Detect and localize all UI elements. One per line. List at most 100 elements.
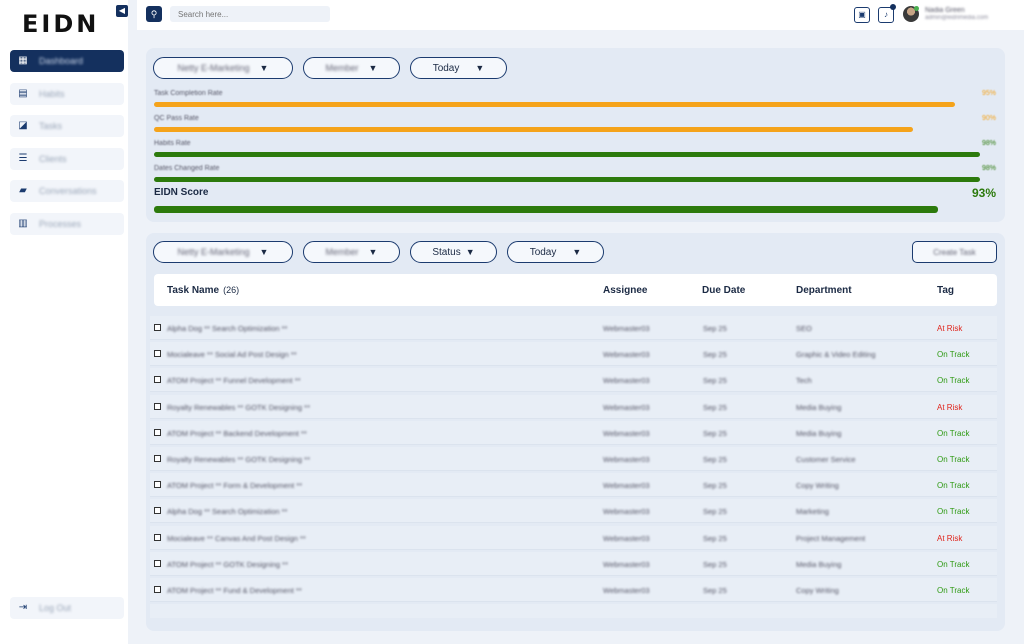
table-row[interactable]: ATOM Project ** Backend Development ** We… <box>150 420 997 445</box>
department-cell: Media Buying <box>796 428 842 438</box>
row-checkbox[interactable] <box>154 324 161 331</box>
table-row[interactable]: Alpha Dog ** Search Optimization ** Webma… <box>150 316 997 340</box>
department-cell: Media Buying <box>796 402 842 412</box>
due-date-cell: Sep 25 <box>703 586 727 595</box>
metric-label: Task Completion Rate <box>154 90 223 97</box>
task-company-filter[interactable]: Netty E-Marketing ▼ <box>153 241 293 263</box>
sidebar: EIDN ◀ ▦ Dashboard ▤ Habits ◪ Tasks ☰ Clients ▰ C… <box>0 0 128 644</box>
department-cell: Project Management <box>796 533 866 543</box>
due-date-cell: Sep 25 <box>703 559 727 569</box>
row-checkbox[interactable] <box>154 481 161 489</box>
sidebar-item-dashboard[interactable]: ▦ Dashboard <box>10 50 124 72</box>
row-checkbox[interactable] <box>154 402 161 410</box>
department-cell: SEO <box>796 324 812 333</box>
column-tag[interactable]: Tag <box>937 285 954 296</box>
online-status-dot <box>914 6 919 11</box>
column-due-date[interactable]: Due Date <box>702 285 745 296</box>
row-checkbox[interactable] <box>154 586 161 593</box>
table-row[interactable]: Mocialeave ** Canvas And Post Design ** W… <box>150 525 997 550</box>
sidebar-item-label: Clients <box>39 153 67 164</box>
row-checkbox[interactable] <box>154 507 161 515</box>
sidebar-item-label: Habits <box>39 88 65 99</box>
status-tag: On Track <box>937 428 970 438</box>
company-filter[interactable]: Netty E-Marketing ▼ <box>153 57 293 79</box>
table-row[interactable]: Royalty Renewables ** GOTK Designing ** W… <box>150 394 997 419</box>
search-icon[interactable]: ⚲ <box>146 6 162 22</box>
assignee-cell: Webmaster03 <box>603 376 650 386</box>
sidebar-item-tasks[interactable]: ◪ Tasks <box>10 115 124 138</box>
chevron-down-icon: ▼ <box>368 63 378 73</box>
task-name-cell: Royalty Renewables ** GOTK Designing ** <box>167 455 310 464</box>
metric-progress-bar <box>154 152 980 157</box>
collapse-arrow-icon[interactable]: ◀ <box>116 5 128 17</box>
due-date-cell: Sep 25 <box>703 376 727 386</box>
assignee-cell: Webmaster03 <box>603 455 650 464</box>
department-cell: Marketing <box>796 507 829 517</box>
chat-icon: ▰ <box>19 185 27 197</box>
task-member-filter[interactable]: Member ▼ <box>303 241 400 263</box>
chevron-down-icon: ▼ <box>572 247 582 257</box>
chart-icon: ◪ <box>18 120 28 132</box>
chevron-down-icon: ▼ <box>259 63 269 73</box>
row-checkbox[interactable] <box>154 533 161 541</box>
table-row[interactable]: ATOM Project ** Form & Development ** Web… <box>150 473 997 498</box>
task-date-filter[interactable]: Today ▼ <box>507 241 604 263</box>
chat-icon[interactable]: ▣ <box>854 7 870 23</box>
user-email: admin@eidnmedia.com <box>925 15 989 21</box>
sidebar-item-label: Tasks <box>39 121 63 132</box>
task-name-cell: ATOM Project ** Funnel Development ** <box>167 376 301 386</box>
member-filter[interactable]: Member ▼ <box>303 57 400 79</box>
status-tag: At Risk <box>937 533 963 543</box>
sidebar-item-processes[interactable]: ▥ Processes <box>10 213 124 235</box>
status-tag: On Track <box>937 455 970 464</box>
sidebar-item-conversations[interactable]: ▰ Conversations <box>10 180 124 203</box>
metric-progress-bar <box>154 127 913 132</box>
due-date-cell: Sep 25 <box>703 428 727 438</box>
row-checkbox[interactable] <box>154 376 161 384</box>
column-assignee[interactable]: Assignee <box>603 285 647 296</box>
inbox-icon: ▤ <box>18 87 28 99</box>
table-row[interactable]: ATOM Project ** GOTK Designing ** Webmast… <box>150 551 997 576</box>
clipboard-icon: ▥ <box>18 218 28 229</box>
row-checkbox[interactable] <box>154 455 161 462</box>
list-icon: ☰ <box>18 152 28 164</box>
assignee-cell: Webmaster03 <box>603 428 650 438</box>
column-task-name[interactable]: Task Name (26) <box>167 285 239 296</box>
task-name-cell: ATOM Project ** Fund & Development ** <box>167 586 302 595</box>
column-department[interactable]: Department <box>796 285 852 296</box>
department-cell: Copy Writing <box>796 586 839 595</box>
row-checkbox[interactable] <box>154 559 161 567</box>
metric-percent: 95% <box>981 90 996 97</box>
create-task-button[interactable]: Create Task <box>912 241 997 263</box>
task-name-cell: Royalty Renewables ** GOTK Designing ** <box>167 402 310 412</box>
status-filter[interactable]: Status ▼ <box>410 241 497 263</box>
row-checkbox[interactable] <box>154 350 161 358</box>
logout-button[interactable]: ⇥ Log Out <box>10 597 124 619</box>
date-filter[interactable]: Today ▼ <box>410 57 507 79</box>
eidn-score-bar <box>154 206 938 213</box>
metric-progress-bar <box>154 177 980 182</box>
assignee-cell: Webmaster03 <box>603 559 650 569</box>
row-checkbox[interactable] <box>154 428 161 436</box>
table-row[interactable]: Mocialeave ** Social Ad Post Design ** We… <box>150 342 997 367</box>
task-name-cell: Mocialeave ** Canvas And Post Design ** <box>167 533 306 543</box>
table-row[interactable]: Alpha Dog ** Search Optimization ** Webma… <box>150 499 997 524</box>
assignee-cell: Webmaster03 <box>603 586 650 595</box>
table-row[interactable]: Royalty Renewables ** GOTK Designing ** W… <box>150 447 997 471</box>
status-tag: On Track <box>937 559 970 569</box>
status-tag: On Track <box>937 350 970 360</box>
table-row[interactable]: ATOM Project ** Fund & Development ** Web… <box>150 578 997 602</box>
due-date-cell: Sep 25 <box>703 533 727 543</box>
assignee-cell: Webmaster03 <box>603 533 650 543</box>
sidebar-item-habits[interactable]: ▤ Habits <box>10 82 124 105</box>
status-tag: On Track <box>937 481 970 491</box>
search-input[interactable] <box>170 6 330 22</box>
sidebar-item-clients[interactable]: ☰ Clients <box>10 147 124 170</box>
chevron-down-icon: ▼ <box>368 247 378 257</box>
status-tag: On Track <box>937 376 970 386</box>
task-name-cell: Mocialeave ** Social Ad Post Design ** <box>167 350 297 360</box>
table-row[interactable]: ATOM Project ** Funnel Development ** Web… <box>150 368 997 393</box>
table-header <box>154 274 997 306</box>
department-cell: Tech <box>796 376 812 386</box>
eidn-score-value: 93% <box>971 186 996 200</box>
